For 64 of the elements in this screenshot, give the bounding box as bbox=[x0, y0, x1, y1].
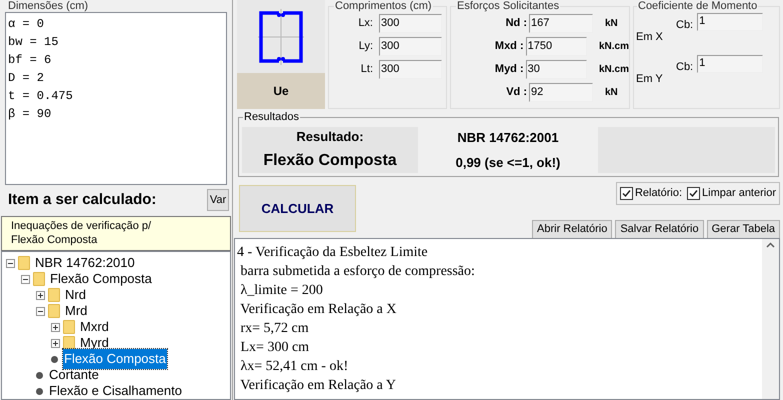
unit-label: kN.cm bbox=[598, 40, 629, 54]
checkbox-label: Relatório: bbox=[634, 186, 682, 201]
tooltip: Inequações de verificação p/ Flexão Composta bbox=[1, 216, 231, 252]
expander-icon[interactable] bbox=[21, 274, 30, 284]
group-title: Esforços Solicitantes bbox=[456, 1, 560, 12]
var-button[interactable]: Var bbox=[207, 189, 229, 212]
unit-label: kN bbox=[605, 16, 618, 30]
result-value: 0,99 (se <=1, ok!) bbox=[456, 154, 560, 172]
field-label: Lt: bbox=[360, 62, 373, 77]
report-button[interactable]: Gerar Tabela bbox=[706, 220, 780, 238]
expander-icon[interactable] bbox=[36, 290, 45, 300]
unit-label: kN.cm bbox=[598, 62, 629, 76]
axis-label: Em Y bbox=[636, 72, 664, 86]
channel-section-drawing bbox=[258, 8, 304, 64]
tree-item[interactable]: Flexão Composta bbox=[63, 349, 167, 369]
field-label: Ly: bbox=[358, 38, 373, 54]
section-name: Ue bbox=[237, 73, 325, 109]
report-button[interactable]: Salvar Relatório bbox=[615, 220, 704, 238]
checkbox[interactable] bbox=[687, 186, 700, 200]
field-label: Cb: bbox=[676, 18, 694, 33]
expander-icon[interactable] bbox=[36, 306, 45, 316]
folder-icon bbox=[63, 320, 75, 334]
folder-icon bbox=[18, 256, 30, 270]
group-title: Dimensões (cm) bbox=[7, 0, 90, 12]
dimensions-text-area[interactable]: α = 0 bw = 15 bf = 6 D = 2 t = 0.475 β = 90 bbox=[5, 12, 227, 185]
result-item: Flexão Composta bbox=[263, 151, 397, 172]
input-field[interactable]: 300 bbox=[379, 14, 442, 32]
bullet-icon bbox=[36, 388, 42, 395]
input-field[interactable]: 1 bbox=[697, 13, 764, 31]
checkbox-label: Limpar anterior bbox=[702, 186, 776, 201]
field-label: Nd : bbox=[504, 16, 528, 31]
input-field[interactable]: 300 bbox=[379, 60, 442, 78]
folder-icon bbox=[48, 288, 60, 302]
input-field[interactable]: 167 bbox=[529, 14, 593, 32]
field-label: Myd : bbox=[494, 62, 525, 77]
bullet-icon bbox=[36, 372, 42, 379]
input-field[interactable]: 1 bbox=[697, 55, 764, 73]
expander-icon[interactable] bbox=[6, 258, 15, 268]
bullet-icon bbox=[50, 356, 58, 363]
report-button[interactable]: Abrir Relatório bbox=[532, 220, 612, 238]
input-field[interactable]: 300 bbox=[379, 36, 442, 56]
unit-label: kN bbox=[605, 86, 618, 100]
folder-icon bbox=[48, 304, 60, 318]
expander-icon[interactable] bbox=[51, 322, 60, 332]
input-field[interactable]: 1750 bbox=[526, 36, 587, 56]
scrollbar[interactable] bbox=[762, 239, 779, 399]
section-heading: Item a ser calculado: bbox=[8, 190, 156, 210]
folder-icon bbox=[33, 272, 45, 286]
expander-icon[interactable] bbox=[51, 338, 60, 348]
result-heading: Resultado: bbox=[296, 128, 364, 146]
group-title: Comprimentos (cm) bbox=[334, 1, 433, 12]
checkbox[interactable] bbox=[620, 186, 633, 200]
input-field[interactable]: 92 bbox=[529, 82, 593, 102]
calculate-button[interactable]: CALCULAR bbox=[239, 185, 356, 232]
field-label: Mxd : bbox=[494, 38, 525, 54]
field-label: Cb: bbox=[676, 60, 694, 75]
result-norm: NBR 14762:2001 bbox=[457, 129, 559, 147]
field-label: Lx: bbox=[357, 16, 373, 31]
scroll-up-icon[interactable] bbox=[766, 242, 775, 248]
group-title: Coeficiente de Momento bbox=[637, 1, 758, 12]
input-field[interactable]: 30 bbox=[526, 60, 587, 78]
axis-label: Em X bbox=[636, 30, 664, 44]
field-label: Vd : bbox=[505, 84, 528, 100]
group-title: Resultados bbox=[243, 111, 300, 123]
